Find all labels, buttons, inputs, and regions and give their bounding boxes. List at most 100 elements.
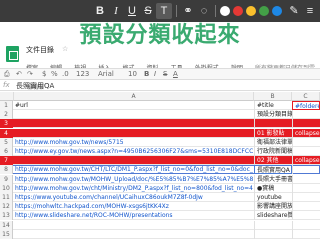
table-row[interactable]: 3 xyxy=(0,119,320,129)
redo-icon[interactable]: ↷ xyxy=(27,70,33,78)
cell-folder-state[interactable] xyxy=(292,174,320,184)
font-size-select[interactable]: 10 xyxy=(128,70,137,78)
color-swatch-white[interactable] xyxy=(220,6,230,16)
column-header-b[interactable]: B xyxy=(254,92,292,101)
table-row[interactable]: 7 02 其他 collapse xyxy=(0,156,320,166)
row-number[interactable]: 8 xyxy=(0,165,13,175)
cell-folder-state[interactable] xyxy=(292,183,320,193)
font-select[interactable]: Arial xyxy=(98,70,114,78)
print-icon[interactable]: ⎙ xyxy=(4,70,10,79)
row-number[interactable]: 9 xyxy=(0,174,13,184)
italic-format-icon[interactable]: I xyxy=(154,70,156,78)
cell-title[interactable]: ●實稿 xyxy=(254,183,292,193)
row-number[interactable]: 7 xyxy=(0,156,13,166)
cell-folder-state[interactable] xyxy=(292,211,320,221)
cell-title[interactable] xyxy=(254,229,292,239)
cell-title[interactable]: 長照實用QA xyxy=(254,165,292,175)
row-number[interactable]: 6 xyxy=(0,147,13,156)
table-row[interactable]: 6 http://www.ey.gov.tw/news.aspx?n=4950B6… xyxy=(0,147,320,156)
bold-icon[interactable]: B xyxy=(92,3,108,19)
table-row[interactable]: 4 01 影發貼 collapse xyxy=(0,128,320,138)
cell-url[interactable]: http://www.mohw.gov.tw/cht/Ministry/DM2_… xyxy=(15,184,253,193)
cell-url[interactable]: http://www.ey.gov.tw/news.aspx?n=4950B62… xyxy=(15,147,253,156)
cell-title[interactable]: 衛福部法律單 xyxy=(254,137,292,147)
cell-title[interactable]: 預設分類目錄 xyxy=(254,110,292,120)
cell-folder-state[interactable] xyxy=(292,193,320,202)
row-number[interactable]: 15 xyxy=(0,229,13,239)
cell-url[interactable] xyxy=(15,119,253,128)
cell-folder-state[interactable]: collapse xyxy=(292,128,320,138)
cell-title[interactable] xyxy=(254,119,292,129)
menu-icon[interactable]: ≡ xyxy=(302,3,318,19)
cell-folder-state[interactable] xyxy=(292,202,320,212)
sheets-logo-icon[interactable] xyxy=(6,46,19,62)
bold-format-icon[interactable]: B xyxy=(144,70,149,78)
table-row[interactable]: 1#url#title#folderexpand xyxy=(0,101,320,110)
cell-folder-state[interactable] xyxy=(292,165,320,175)
cell-url[interactable] xyxy=(15,230,253,239)
cell-url[interactable]: http://www.mohw.gov.tw/MOHW_Upload/doc/%… xyxy=(15,175,253,184)
cell-title[interactable] xyxy=(254,220,292,230)
color-swatch-red[interactable] xyxy=(233,6,243,16)
undo-icon[interactable]: ↶ xyxy=(16,70,22,78)
row-number[interactable]: 10 xyxy=(0,183,13,193)
row-number[interactable]: 11 xyxy=(0,193,13,202)
table-row[interactable]: 9 http://www.mohw.gov.tw/MOHW_Upload/doc/… xyxy=(0,174,320,184)
pen-icon[interactable]: ✎ xyxy=(286,3,302,19)
cell-title[interactable]: 行政院新聞稿 xyxy=(254,147,292,156)
cell-folder-state[interactable] xyxy=(292,229,320,239)
strikethrough-icon[interactable]: S xyxy=(140,3,156,19)
currency-icon[interactable]: $ xyxy=(42,70,46,78)
row-number[interactable]: 2 xyxy=(0,110,13,120)
cell-title[interactable]: 02 其他 xyxy=(254,156,292,166)
cell-title[interactable]: 長照大手冊書 xyxy=(254,174,292,184)
text-color-icon[interactable]: A xyxy=(173,70,178,78)
corner-header[interactable] xyxy=(0,92,14,101)
table-row[interactable]: 12 https://mohwltc.hackpad.com/MOHW-xsgs6… xyxy=(0,202,320,212)
color-swatch-yellow[interactable] xyxy=(246,6,256,16)
cell-folder-state[interactable] xyxy=(292,119,320,129)
table-row[interactable]: 14 xyxy=(0,220,320,230)
cell-url[interactable]: https://mohwltc.hackpad.com/MOHW-xsgs6jt… xyxy=(15,202,253,211)
row-number[interactable]: 3 xyxy=(0,119,13,129)
cell-url[interactable]: http://www.slideshare.net/ROC-MOHW/prese… xyxy=(15,211,253,220)
row-number[interactable]: 4 xyxy=(0,128,13,138)
cell-url[interactable]: https://www.youtube.com/channel/UCaihuxC… xyxy=(15,193,253,202)
cell-folder-state[interactable]: #folderexpand xyxy=(292,101,320,110)
cell-title[interactable]: 01 影發貼 xyxy=(254,128,292,138)
cell-folder-state[interactable] xyxy=(292,220,320,230)
table-row[interactable]: 2 預設分類目錄 xyxy=(0,110,320,120)
star-icon[interactable]: ☆ xyxy=(62,45,68,53)
cell-title[interactable]: slideshare簡報 xyxy=(254,211,292,221)
cell-url[interactable]: #url xyxy=(15,101,253,110)
text-icon[interactable]: T xyxy=(156,3,172,19)
color-swatch-blue[interactable] xyxy=(272,6,282,16)
row-number[interactable]: 14 xyxy=(0,220,13,230)
color-swatch-green[interactable] xyxy=(259,6,269,16)
cell-url[interactable] xyxy=(15,129,253,138)
cell-title[interactable]: 影響講座開放區 xyxy=(254,202,292,212)
table-row[interactable]: 15 xyxy=(0,229,320,239)
cell-title[interactable]: #title xyxy=(254,101,292,110)
underline-icon[interactable]: U xyxy=(124,3,140,19)
column-header-a[interactable]: A xyxy=(14,92,254,101)
cell-url[interactable] xyxy=(15,156,253,165)
comment-icon[interactable]: ◌ xyxy=(196,3,212,19)
document-title[interactable]: 文件目錄 xyxy=(26,45,54,55)
cell-folder-state[interactable]: collapse xyxy=(292,156,320,166)
cell-folder-state[interactable] xyxy=(292,110,320,120)
italic-icon[interactable]: I xyxy=(108,3,124,19)
table-row[interactable]: 10 http://www.mohw.gov.tw/cht/Ministry/DM… xyxy=(0,183,320,193)
row-number[interactable]: 5 xyxy=(0,137,13,147)
formula-input[interactable]: 長照實用QA xyxy=(16,81,54,91)
table-row[interactable]: 13 http://www.slideshare.net/ROC-MOHW/pre… xyxy=(0,211,320,221)
cell-url[interactable]: http://www.mohw.gov.tw/CHT/LTC/DM1_P.asp… xyxy=(15,165,253,174)
number-format[interactable]: 123 xyxy=(76,70,89,78)
column-header-c[interactable]: C xyxy=(292,92,320,101)
table-row[interactable]: 8 http://www.mohw.gov.tw/CHT/LTC/DM1_P.as… xyxy=(0,165,320,175)
link-icon[interactable]: ⚭ xyxy=(180,3,196,19)
cell-url[interactable] xyxy=(15,221,253,230)
table-row[interactable]: 11 https://www.youtube.com/channel/UCaihu… xyxy=(0,193,320,202)
decimal-icon[interactable]: .0 xyxy=(62,70,69,78)
cell-folder-state[interactable] xyxy=(292,137,320,147)
